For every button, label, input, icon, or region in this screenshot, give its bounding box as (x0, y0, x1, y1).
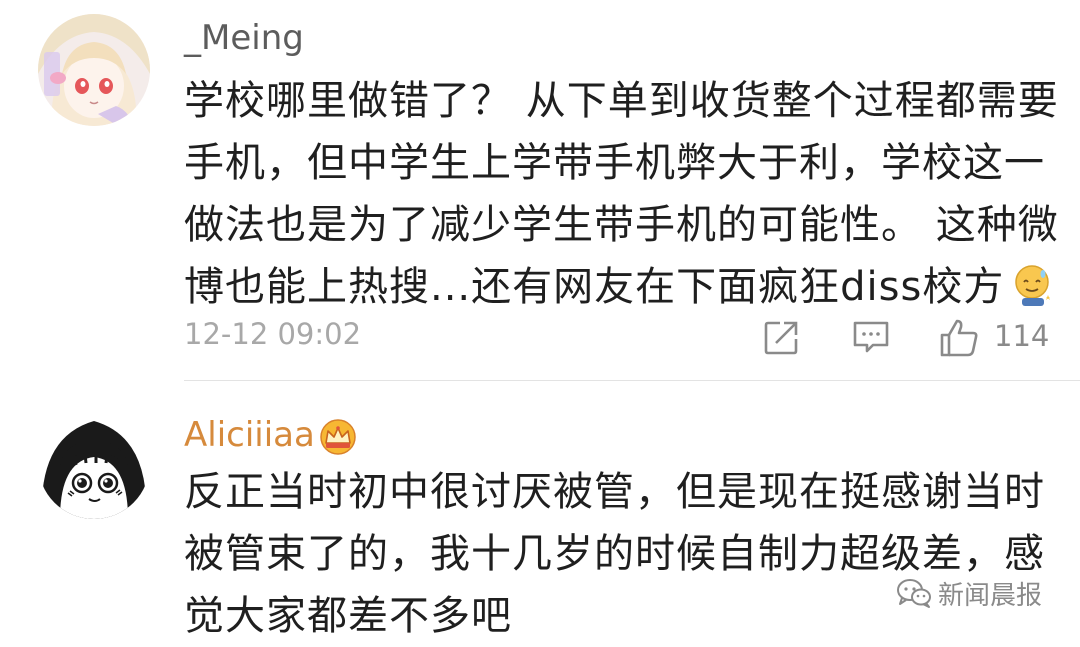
comment-text: 反正当时初中很讨厌被管，但是现在挺感谢当时 被管束了的，我十几岁的时候自制力超级… (184, 461, 1044, 647)
reply-button[interactable] (851, 317, 891, 361)
watermark-text: 新闻晨报 (938, 580, 1043, 611)
comment-text-line-last: 博也能上热搜...还有网友在下面疯狂diss校方 (184, 256, 1051, 318)
avatar[interactable] (38, 407, 150, 519)
comment-text-line: 做法也是为了减少学生带手机的可能性。 这种微 (184, 202, 1059, 248)
thumbs-up-icon (940, 319, 978, 357)
sweat-smile-emoji-icon (1012, 262, 1056, 308)
username[interactable]: _Meing (184, 18, 304, 58)
vip-crown-icon[interactable] (318, 419, 358, 455)
watermark: 新闻晨报 (896, 575, 1042, 611)
comment-item: _Meing 学校哪里做错了？ 从下单到收货整个过程都需要 手机，但中学生上学带… (0, 0, 1080, 381)
like-count: 114 (994, 319, 1050, 353)
manga-girl-avatar-image (38, 407, 150, 519)
timestamp: 12-12 09:02 (184, 317, 362, 351)
comment-meta-row: 12-12 09:02 114 (184, 315, 1049, 361)
avatar[interactable] (38, 14, 150, 126)
comment-text-line: 学校哪里做错了？ 从下单到收货整个过程都需要 (184, 78, 1059, 124)
like-button[interactable] (938, 317, 980, 363)
comment-text: 学校哪里做错了？ 从下单到收货整个过程都需要 手机，但中学生上学带手机弊大于利，… (184, 70, 1059, 318)
wechat-icon (897, 579, 931, 608)
comment-text-line: 反正当时初中很讨厌被管，但是现在挺感谢当时 (184, 469, 1045, 515)
forward-button[interactable] (762, 317, 802, 361)
anime-girl-avatar-image (38, 14, 150, 126)
username[interactable]: Aliciiiaa (184, 415, 315, 455)
comment-icon (853, 321, 889, 353)
comment-text-line: 手机，但中学生上学带手机弊大于利，学校这一 (184, 140, 1045, 186)
comment-text-line: 博也能上热搜...还有网友在下面疯狂diss校方 (184, 264, 1005, 310)
share-icon (764, 321, 798, 355)
